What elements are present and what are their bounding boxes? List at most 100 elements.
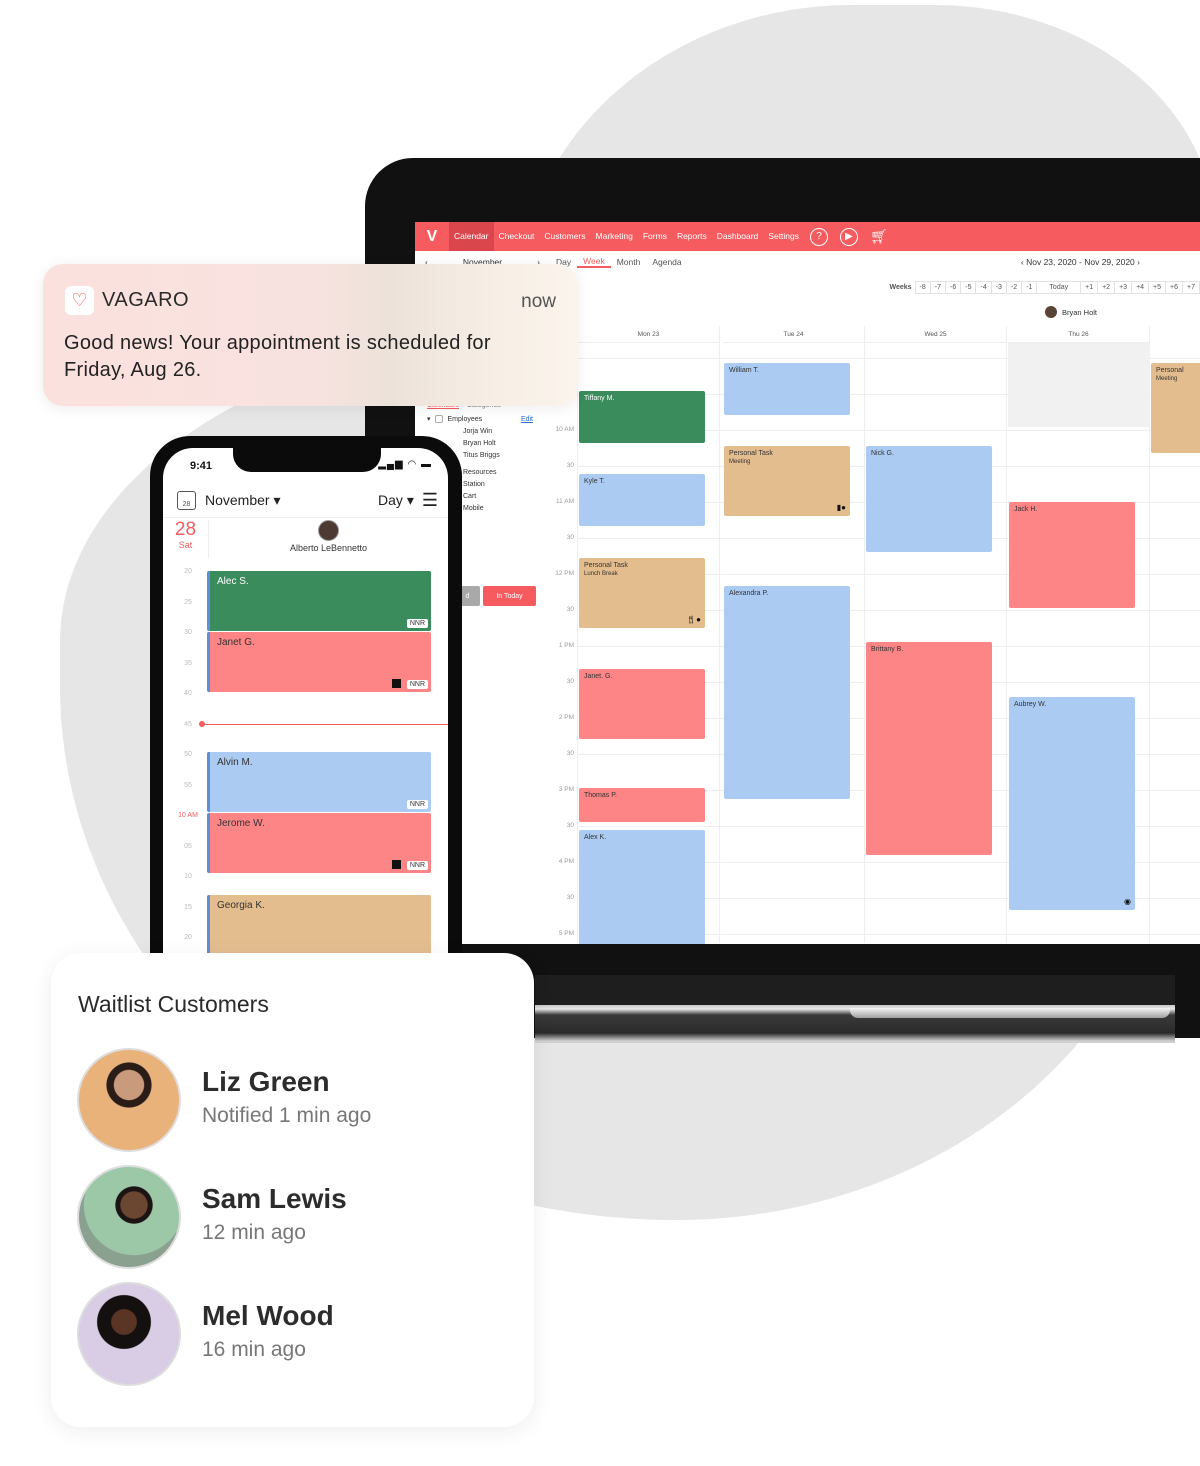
appointment-block[interactable]: Aubrey W. ◉ <box>1009 697 1135 910</box>
staff-name: Alberto LeBennetto <box>289 543 368 553</box>
employees-group: ▾ Employees Edit <box>415 415 545 423</box>
appointment-name: Alvin M. <box>217 757 253 768</box>
nnr-badge: NNR <box>406 861 428 870</box>
week-button[interactable]: +5 <box>1148 280 1167 294</box>
week-button[interactable]: +7 <box>1182 280 1200 294</box>
view-dropdown[interactable]: Day ▾ <box>378 492 414 509</box>
appointment-name: Alex K. <box>584 834 607 841</box>
appointment-block[interactable]: Jack H. <box>1009 502 1135 608</box>
appointment-block[interactable]: Personal Task Meeting ▮● <box>724 446 850 516</box>
appointment-block[interactable]: Nick G. <box>866 446 992 552</box>
caret-down-icon[interactable]: ▾ <box>427 415 431 423</box>
utensils-icon: 🍴︎● <box>686 615 701 624</box>
waitlist-item[interactable]: Sam Lewis 12 min ago <box>77 1165 517 1269</box>
week-button[interactable]: -4 <box>975 280 992 294</box>
avatar <box>77 1165 181 1269</box>
appointment-block[interactable]: Alexandra P. <box>724 586 850 799</box>
week-button[interactable]: -2 <box>1005 280 1023 294</box>
nnr-badge: NNR <box>406 680 428 689</box>
nnr-badge: NNR <box>406 619 428 628</box>
appointment-block[interactable]: William T. <box>724 363 850 415</box>
phone-notch <box>233 448 381 472</box>
week-button[interactable]: -7 <box>929 280 947 294</box>
appointment-block[interactable]: Kyle T. <box>579 474 705 526</box>
in-today-button[interactable]: In Today <box>483 586 536 606</box>
nav-forms[interactable]: Forms <box>638 222 672 251</box>
nav-customers[interactable]: Customers <box>539 222 590 251</box>
customer-name: Mel Wood <box>202 1300 334 1331</box>
appointment-block[interactable]: Personal Meeting <box>1151 363 1200 453</box>
notification-message: Good news! Your appointment is scheduled… <box>64 332 491 381</box>
appointment-block[interactable]: Janet G. NNR <box>207 632 431 692</box>
date-number: 28 <box>174 519 197 540</box>
appointment-block[interactable]: Georgia K. <box>207 895 431 955</box>
week-button[interactable]: +4 <box>1131 280 1150 294</box>
note-icon <box>392 679 401 688</box>
appointment-block[interactable]: Alvin M. NNR <box>207 752 431 812</box>
nav-settings[interactable]: Settings <box>763 222 804 251</box>
minute-label: 20 <box>184 934 192 941</box>
week-button[interactable]: +6 <box>1165 280 1184 294</box>
calendar-icon[interactable]: 28 <box>177 491 196 510</box>
appointment-block[interactable]: Jerome W. NNR <box>207 813 431 873</box>
employee-item[interactable]: Jorja Win <box>415 428 545 435</box>
time-column: 10 AM 30 11 AM 30 12 PM 30 1 PM 30 2 PM 30 3 PM 30 4… <box>548 326 578 944</box>
appointment-block[interactable]: Janet. G. <box>579 669 705 739</box>
next-week-icon[interactable]: › <box>1137 257 1140 267</box>
week-button[interactable]: -8 <box>914 280 931 294</box>
minute-label: 25 <box>184 598 192 606</box>
week-button[interactable]: -3 <box>990 280 1007 294</box>
waitlist-item[interactable]: Mel Wood 16 min ago <box>77 1282 517 1386</box>
appointment-name: Janet. G. <box>584 673 613 680</box>
vagaro-logo-icon[interactable]: V <box>415 222 449 251</box>
employees-checkbox[interactable] <box>434 415 443 423</box>
hamburger-menu-icon[interactable]: ☰ <box>422 490 438 511</box>
week-button[interactable]: -1 <box>1021 280 1038 294</box>
nav-reports[interactable]: Reports <box>672 222 712 251</box>
wifi-icon: ◠ <box>407 459 418 470</box>
view-week[interactable]: Week <box>577 256 611 268</box>
push-notification[interactable]: ♡ VAGARO now Good news! Your appointment… <box>43 264 578 406</box>
week-button[interactable]: -6 <box>945 280 962 294</box>
appointment-name: Alexandra P. <box>729 590 769 597</box>
time-label: 30 <box>566 606 574 613</box>
signal-icon: ▂▄▆ <box>378 459 404 470</box>
notification-app-name: VAGARO <box>102 289 190 311</box>
week-button[interactable]: +2 <box>1097 280 1116 294</box>
appointment-block[interactable]: Thomas P. <box>579 788 705 822</box>
appointment-name: Brittany B. <box>871 646 904 653</box>
appointment-block[interactable]: Alec S. NNR <box>207 571 431 631</box>
nav-calendar[interactable]: Calendar <box>449 222 494 251</box>
waitlist-item[interactable]: Liz Green Notified 1 min ago <box>77 1048 517 1152</box>
today-button[interactable]: Today <box>1036 280 1082 294</box>
appointment-block[interactable]: Alex K. <box>579 830 705 944</box>
week-button[interactable]: +3 <box>1114 280 1133 294</box>
nav-checkout[interactable]: Checkout <box>494 222 540 251</box>
caret-down-icon: ▾ <box>273 492 281 508</box>
month-dropdown[interactable]: November ▾ <box>205 492 281 509</box>
appointment-name: Aubrey W. <box>1014 701 1047 708</box>
week-button[interactable]: +1 <box>1080 280 1099 294</box>
appointment-name: Tiffany M. <box>584 395 615 402</box>
waitlist-title: Waitlist Customers <box>78 991 269 1017</box>
clipboard-icon: ▮● <box>836 503 846 512</box>
help-icon[interactable]: ? <box>810 227 829 246</box>
edit-link[interactable]: Edit <box>521 416 533 423</box>
time-label: 10 AM <box>555 426 574 433</box>
appointment-name: Alec S. <box>217 576 249 587</box>
play-icon[interactable]: ▶ <box>840 227 859 246</box>
cart-icon[interactable]: 🛒︎ <box>870 228 888 246</box>
nav-marketing[interactable]: Marketing <box>591 222 638 251</box>
view-agenda[interactable]: Agenda <box>646 257 687 267</box>
view-month[interactable]: Month <box>611 257 647 267</box>
day-header: Mon 23 <box>578 326 720 343</box>
appointment-name: William T. <box>729 367 759 374</box>
appointment-block[interactable]: Brittany B. <box>866 642 992 855</box>
status-icons: ▂▄▆ ◠ ▬ <box>378 459 432 470</box>
minute-label: 15 <box>184 903 192 911</box>
appointment-block[interactable]: Tiffany M. <box>579 391 705 443</box>
appointment-block[interactable]: Personal Task Lunch Break 🍴︎● <box>579 558 705 628</box>
nav-dashboard[interactable]: Dashboard <box>712 222 764 251</box>
week-button[interactable]: -5 <box>960 280 977 294</box>
day-header: Wed 25 <box>865 326 1007 343</box>
